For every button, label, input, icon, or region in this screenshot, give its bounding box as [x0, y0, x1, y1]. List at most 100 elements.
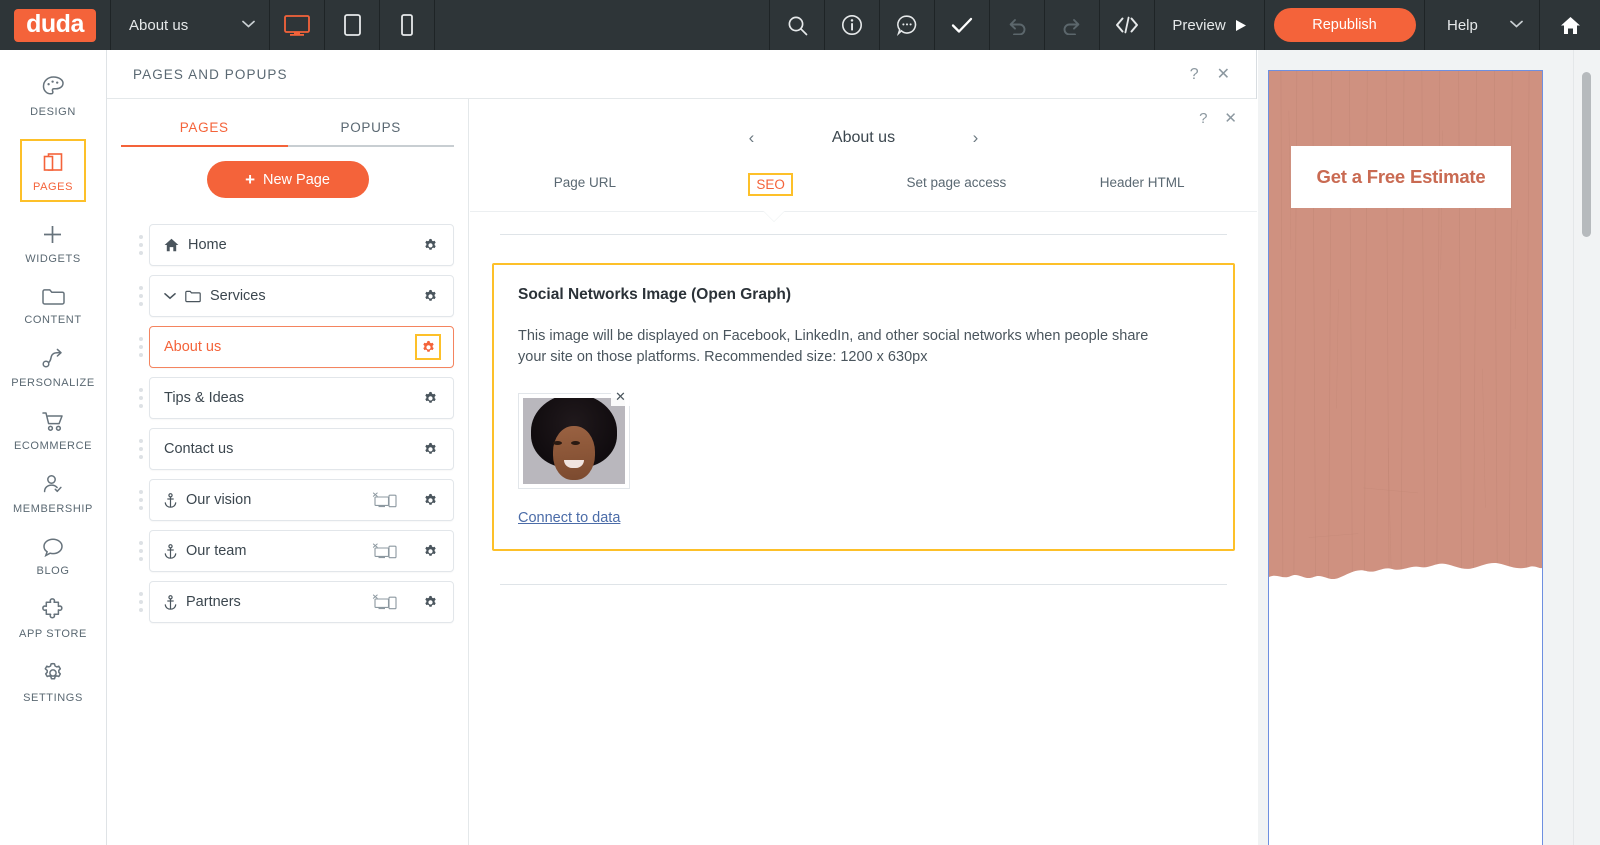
sidebar-item-personalize[interactable]: PERSONALIZE	[0, 336, 106, 399]
comment-button[interactable]	[880, 0, 935, 50]
undo-button[interactable]	[990, 0, 1045, 50]
tab-seo[interactable]: SEO	[678, 168, 864, 201]
tab-set-page-access[interactable]: Set page access	[864, 168, 1050, 201]
hidden-on-devices-icon[interactable]	[372, 543, 399, 560]
sidebar-item-label: CONTENT	[24, 314, 82, 326]
sidebar-item-membership[interactable]: MEMBERSHIP	[0, 462, 106, 525]
toolbar-spacer	[435, 0, 770, 50]
sidebar-item-design[interactable]: DESIGN	[0, 64, 106, 128]
palette-icon	[42, 76, 64, 95]
home-icon	[164, 238, 179, 252]
sidebar-item-label: SETTINGS	[23, 692, 83, 704]
page-settings-gear-button[interactable]	[419, 591, 441, 613]
home-button[interactable]	[1540, 0, 1600, 50]
page-settings-gear-button[interactable]	[419, 234, 441, 256]
close-icon[interactable]: ✕	[1224, 111, 1237, 126]
drag-handle[interactable]	[133, 337, 149, 357]
redo-button[interactable]	[1045, 0, 1100, 50]
open-graph-thumbnail[interactable]	[518, 393, 630, 490]
page-item-tips-and-ideas[interactable]: Tips & Ideas	[149, 377, 454, 419]
get-free-estimate-button[interactable]: Get a Free Estimate	[1291, 146, 1511, 208]
new-page-button[interactable]: + New Page	[206, 161, 369, 198]
page-item-contact-us[interactable]: Contact us	[149, 428, 454, 470]
device-desktop-button[interactable]	[270, 0, 325, 50]
sidebar-item-pages[interactable]: PAGES	[0, 128, 106, 212]
drag-handle[interactable]	[133, 286, 149, 306]
tab-popups[interactable]: POPUPS	[287, 109, 454, 147]
sidebar-item-widgets[interactable]: WIDGETS	[0, 212, 106, 275]
settings-tabs: Page URL SEO Set page access Header HTML	[470, 168, 1257, 201]
close-icon[interactable]: ✕	[1217, 66, 1230, 83]
sidebar-item-content[interactable]: CONTENT	[0, 275, 106, 336]
help-icon[interactable]: ?	[1199, 111, 1207, 126]
help-icon[interactable]: ?	[1190, 66, 1199, 83]
site-canvas[interactable]: Get a Free Estimate	[1268, 70, 1543, 845]
check-button[interactable]	[935, 0, 990, 50]
page-settings-gear-button[interactable]	[419, 540, 441, 562]
preview-button[interactable]: Preview	[1155, 0, 1265, 50]
help-menu[interactable]: Help	[1425, 0, 1540, 50]
device-mobile-button[interactable]	[380, 0, 435, 50]
connect-to-data-link[interactable]: Connect to data	[518, 510, 620, 526]
drag-handle[interactable]	[133, 235, 149, 255]
gear-icon	[424, 595, 436, 607]
page-item-our-team[interactable]: Our team	[149, 530, 454, 572]
page-selector-dropdown[interactable]: About us	[110, 0, 270, 50]
sidebar-item-settings[interactable]: SETTINGS	[0, 650, 106, 714]
page-item-services[interactable]: Services	[149, 275, 454, 317]
list-item: Our team	[133, 530, 454, 572]
sidebar-item-ecommerce[interactable]: ECOMMERCE	[0, 399, 106, 462]
tab-header-html[interactable]: Header HTML	[1049, 168, 1235, 201]
hero-section[interactable]: Get a Free Estimate	[1269, 71, 1542, 591]
remove-image-button[interactable]: ✕	[611, 387, 630, 407]
page-item-our-vision[interactable]: Our vision	[149, 479, 454, 521]
previous-page-button[interactable]: ‹	[730, 128, 774, 148]
page-item-partners[interactable]: Partners	[149, 581, 454, 623]
gear-icon	[424, 391, 436, 403]
current-page-title: About us	[831, 129, 896, 146]
hidden-on-devices-icon[interactable]	[372, 492, 399, 509]
drag-handle[interactable]	[133, 388, 149, 408]
page-settings-seo-column: ? ✕ ‹ About us › Page URL SEO Set page a…	[470, 99, 1257, 845]
republish-button[interactable]: Republish	[1273, 8, 1416, 42]
drag-handle[interactable]	[133, 592, 149, 612]
drag-handle[interactable]	[133, 439, 149, 459]
drag-handle[interactable]	[133, 490, 149, 510]
chevron-down-icon[interactable]	[164, 292, 176, 300]
drag-handle[interactable]	[133, 541, 149, 561]
duda-logo[interactable]: duda	[0, 0, 110, 50]
hidden-on-devices-icon[interactable]	[372, 594, 399, 611]
search-button[interactable]	[770, 0, 825, 50]
page-settings-gear-button[interactable]	[415, 334, 441, 360]
page-settings-gear-button[interactable]	[419, 438, 441, 460]
duda-website-builder: duda About us Preview Republish Help DES…	[0, 0, 1600, 845]
page-settings-gear-button[interactable]	[419, 285, 441, 307]
page-item-home[interactable]: Home	[149, 224, 454, 266]
list-item: Home	[133, 224, 454, 266]
code-button[interactable]	[1100, 0, 1155, 50]
page-item-about-us[interactable]: About us	[149, 326, 454, 368]
page-item-label: Home	[188, 237, 227, 253]
sidebar-item-label: ECOMMERCE	[13, 440, 93, 452]
tab-pages[interactable]: PAGES	[121, 109, 288, 147]
redo-icon	[1063, 18, 1080, 35]
sidebar-item-app-store[interactable]: APP STORE	[0, 587, 106, 650]
search-icon	[788, 16, 807, 35]
next-page-button[interactable]: ›	[954, 128, 998, 148]
page-item-label: Services	[210, 288, 266, 304]
preview-scroll-track[interactable]	[1573, 50, 1600, 845]
info-button[interactable]	[825, 0, 880, 50]
pages-icon	[43, 153, 62, 171]
preview-scrollbar-thumb[interactable]	[1582, 72, 1591, 237]
gear-icon	[44, 662, 62, 680]
sidebar-item-blog[interactable]: BLOG	[0, 525, 106, 587]
device-tablet-button[interactable]	[325, 0, 380, 50]
plus-icon	[44, 226, 62, 243]
tab-page-url[interactable]: Page URL	[492, 168, 678, 201]
pages-list-column: PAGES POPUPS + New Page Home Services Ab…	[107, 99, 469, 845]
path-arrow-icon	[41, 348, 62, 368]
code-icon	[1116, 16, 1138, 34]
list-item: Services	[133, 275, 454, 317]
page-settings-gear-button[interactable]	[419, 489, 441, 511]
page-settings-gear-button[interactable]	[419, 387, 441, 409]
